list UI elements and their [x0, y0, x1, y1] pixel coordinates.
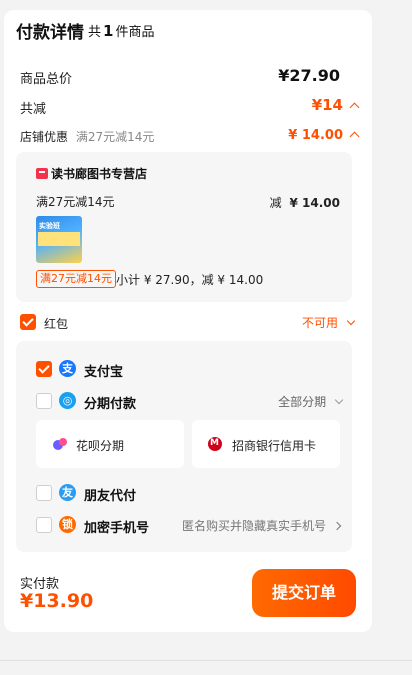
shop-discount-rule: 满27元减14元 [75, 130, 155, 144]
shop-discount-row: 店铺优惠 满27元减14元 [20, 128, 154, 145]
shop-subtotal: 小计 ¥ 27.90，减 ¥ 14.00 [116, 273, 264, 287]
shop-discount-label: 店铺优惠 [20, 130, 69, 144]
discount-label: 共减 [20, 102, 47, 117]
alipay-checkbox[interactable] [36, 361, 52, 377]
huabei-label: 花呗分期 [76, 439, 125, 453]
page-title: 付款详情 [16, 23, 84, 43]
chevron-down-icon [346, 316, 356, 326]
alipay-icon: 支 [59, 360, 76, 377]
item-count: 共 1 件商品 [88, 22, 155, 40]
total-price-value: ¥27.90 [278, 66, 340, 85]
redpacket-label: 红包 [44, 317, 69, 331]
shop-icon [36, 168, 48, 179]
redpacket-checkbox[interactable] [20, 314, 36, 330]
shop-rule: 满27元减14元 [36, 195, 115, 209]
chevron-down-icon [334, 395, 344, 405]
encrypt-phone-hint[interactable]: 匿名购买并隐藏真实手机号 [181, 517, 342, 534]
product-thumbnail[interactable]: 实验班 [36, 216, 82, 263]
friend-pay-icon: 友 [59, 484, 76, 501]
bottom-divider [0, 660, 412, 661]
reduce-value: ¥ 14.00 [289, 196, 340, 210]
redpacket-status-text: 不可用 [301, 316, 338, 330]
chevron-right-icon [332, 521, 342, 531]
chevron-up-icon [349, 102, 360, 113]
promo-tag: 满27元减14元 [36, 270, 116, 288]
encrypt-phone-label: 加密手机号 [84, 521, 150, 536]
submit-order-button[interactable]: 提交订单 [252, 569, 356, 617]
huabei-icon [52, 436, 68, 452]
thumb-title: 实验班 [39, 222, 60, 230]
installment-icon: ◎ [59, 392, 76, 409]
encrypt-phone-icon: 锁 [59, 516, 76, 533]
installment-option-text: 全部分期 [278, 395, 327, 409]
discount-toggle[interactable]: ¥14 [311, 96, 360, 114]
redpacket-status[interactable]: 不可用 [301, 314, 356, 331]
encrypt-phone-checkbox[interactable] [36, 517, 52, 533]
shop-name: 读书廊图书专营店 [51, 167, 148, 181]
installment-option[interactable]: 全部分期 [278, 393, 344, 410]
shop-reduce: 减 ¥ 14.00 [270, 194, 340, 211]
installment-checkbox[interactable] [36, 393, 52, 409]
friend-pay-checkbox[interactable] [36, 485, 52, 501]
shop-name-row[interactable]: 读书廊图书专营店 [36, 165, 147, 182]
shop-discount-toggle[interactable]: ¥ 14.00 [288, 128, 360, 143]
cmb-label: 招商银行信用卡 [232, 439, 317, 453]
discount-value: ¥14 [311, 96, 343, 114]
encrypt-phone-hint-text: 匿名购买并隐藏真实手机号 [181, 519, 326, 533]
shop-discount-value: ¥ 14.00 [288, 128, 343, 143]
chevron-up-icon [349, 131, 360, 142]
friend-pay-label: 朋友代付 [84, 489, 137, 504]
alipay-label: 支付宝 [84, 365, 124, 380]
cmb-bank-icon [208, 437, 222, 451]
reduce-label: 减 [269, 196, 282, 210]
paid-value: ¥13.90 [20, 590, 94, 612]
installment-label: 分期付款 [84, 397, 137, 412]
total-price-label: 商品总价 [20, 72, 73, 87]
